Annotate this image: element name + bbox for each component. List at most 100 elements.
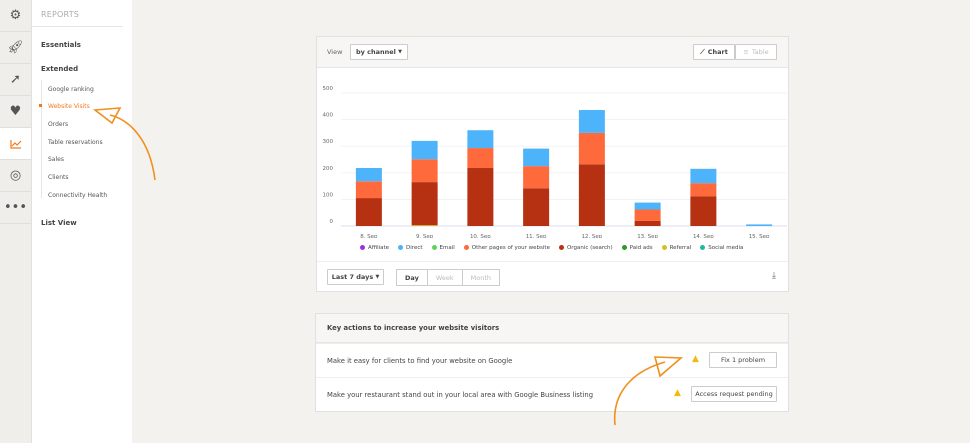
nav-item-orders[interactable]: Orders: [48, 121, 68, 128]
legend-swatch: [558, 245, 564, 250]
nav-item-google-ranking[interactable]: Google ranking: [48, 86, 94, 93]
active-indicator: [39, 104, 42, 107]
bar-segment: [411, 140, 438, 160]
access-request-pending-button[interactable]: Access request pending: [691, 386, 777, 402]
range-select[interactable]: Last 7 days ▼: [327, 269, 384, 285]
y-tick-label: 200: [323, 166, 334, 172]
warning-icon: ▲: [674, 388, 681, 398]
fix-problem-button[interactable]: Fix 1 problem: [709, 352, 777, 368]
nav-item-connectivity-health[interactable]: Connectivity Health: [48, 192, 107, 199]
legend-swatch: [463, 245, 469, 250]
nav-list-view[interactable]: List View: [32, 219, 86, 227]
granularity-month[interactable]: Month: [463, 270, 499, 285]
nav-item-clients[interactable]: Clients: [48, 174, 69, 181]
bar-segment: [467, 168, 494, 226]
caret-down-icon: ▼: [398, 49, 403, 55]
bar-segment: [355, 168, 382, 182]
legend-item[interactable]: Email: [431, 245, 455, 251]
nav-item-website-visits[interactable]: Website Visits: [48, 103, 90, 110]
view-select[interactable]: by channel ▼: [350, 44, 408, 60]
x-tick-label: 14. Sep: [693, 234, 714, 238]
list-icon: ≡: [743, 48, 749, 56]
legend-item[interactable]: Affiliate: [360, 245, 389, 251]
bar-segment: [690, 168, 717, 184]
legend-label: Affiliate: [368, 245, 390, 251]
gears-icon[interactable]: ⚙: [0, 0, 31, 32]
legend-item[interactable]: Referral: [661, 245, 692, 251]
legend-swatch: [431, 245, 437, 250]
nav-essentials[interactable]: Essentials: [32, 41, 90, 49]
legend-label: Email: [439, 245, 455, 251]
tab-table[interactable]: ≡ Table: [735, 44, 777, 60]
granularity-day[interactable]: Day: [397, 270, 428, 285]
x-tick-label: 10. Sep: [470, 234, 491, 238]
reports-nav: REPORTS Essentials Extended Google ranki…: [32, 0, 132, 443]
chart-icon: ⟋: [700, 47, 705, 56]
granularity-week[interactable]: Week: [428, 270, 463, 285]
bar-segment: [467, 148, 494, 169]
chart-legend: Affiliate Direct Email Other pages of your …: [360, 245, 743, 251]
nav-header: REPORTS: [32, 0, 123, 27]
nav-item-sales[interactable]: Sales: [48, 156, 64, 163]
action-text: Make it easy for clients to find your we…: [327, 356, 513, 365]
legend-swatch: [360, 245, 365, 250]
chart-line-icon[interactable]: [0, 128, 31, 160]
target-icon[interactable]: ◎: [0, 160, 31, 192]
action-row: Make it easy for clients to find your we…: [316, 343, 788, 377]
x-tick-label: 13. Sep: [637, 234, 658, 238]
bar-segment: [355, 198, 382, 226]
bar-segment: [411, 182, 438, 226]
tab-table-label: Table: [751, 48, 769, 56]
rocket-icon[interactable]: 🚀︎: [0, 32, 31, 64]
heart-pulse-icon[interactable]: ♥: [0, 96, 31, 128]
nav-divider: [41, 80, 42, 198]
legend-item[interactable]: Other pages of your website: [463, 245, 550, 251]
bar-segment: [411, 159, 438, 183]
more-icon[interactable]: •••: [0, 192, 31, 224]
x-tick-label: 9. Sep: [416, 234, 434, 238]
y-tick-label: 100: [323, 192, 334, 198]
range-select-value: Last 7 days: [331, 273, 374, 281]
bar-segment: [690, 183, 717, 197]
icon-rail: ⚙ 🚀︎ ➚ ♥ ◎ •••: [0, 0, 32, 443]
bar-segment: [578, 132, 605, 165]
stacked-bar-chart: 0 100 200 300 400 500 8. Sep 9. Sep 10. Sep 11. S…: [323, 86, 787, 238]
legend-swatch: [398, 245, 404, 250]
nav-extended[interactable]: Extended: [32, 65, 87, 73]
bar-segment: [467, 130, 494, 149]
legend-label: Other pages of your website: [471, 245, 550, 251]
legend-item[interactable]: Social media: [700, 245, 743, 251]
bar-segment: [634, 220, 661, 226]
bar-segment: [578, 164, 605, 226]
legend-label: Social media: [708, 245, 744, 251]
legend-label: Direct: [406, 245, 423, 251]
legend-item[interactable]: Organic (search): [558, 245, 613, 251]
legend-swatch: [661, 245, 667, 250]
download-icon[interactable]: ⤓: [772, 271, 776, 281]
bar-segment: [690, 196, 717, 226]
x-tick-label: 15. Sep: [749, 234, 770, 238]
y-tick-label: 300: [323, 139, 334, 145]
caret-down-icon: ▼: [375, 274, 380, 280]
bar-segment: [523, 166, 550, 189]
legend-swatch: [700, 245, 706, 250]
view-label: View: [327, 48, 343, 56]
y-tick-label: 500: [323, 86, 334, 92]
x-tick-label: 8. Sep: [360, 234, 378, 238]
bar-segment: [355, 181, 382, 199]
tab-chart[interactable]: ⟋ Chart: [693, 44, 735, 60]
legend-item[interactable]: Direct: [398, 245, 423, 251]
bar-segment: [634, 202, 661, 210]
y-tick-label: 0: [330, 219, 334, 225]
arrow-circle-icon[interactable]: ➚: [0, 64, 31, 96]
legend-item[interactable]: Paid ads: [621, 245, 653, 251]
warning-icon: ▲: [692, 354, 699, 364]
legend-label: Paid ads: [629, 245, 653, 251]
chart-header: View by channel ▼ ⟋ Chart ≡ Table: [317, 37, 788, 68]
legend-swatch: [621, 245, 627, 250]
key-actions-title: Key actions to increase your website vis…: [316, 314, 788, 343]
granularity-toggle: Day Week Month: [396, 269, 501, 286]
nav-item-table-reservations[interactable]: Table reservations: [48, 139, 103, 146]
legend-label: Referral: [669, 245, 692, 251]
chart-card: View by channel ▼ ⟋ Chart ≡ Table 0 100 200 3…: [316, 36, 789, 292]
